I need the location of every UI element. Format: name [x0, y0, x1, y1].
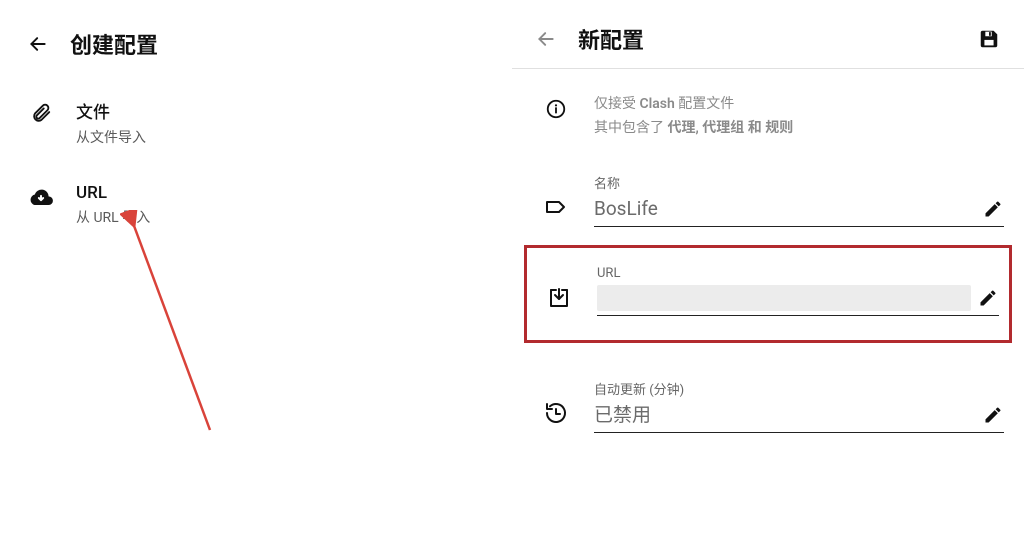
label-icon — [542, 193, 570, 221]
edit-icon[interactable] — [977, 287, 999, 309]
annotation-arrow — [120, 210, 260, 470]
right-title: 新配置 — [578, 23, 972, 55]
edit-icon[interactable] — [982, 404, 1004, 426]
info-line1: 仅接受 Clash 配置文件 — [594, 93, 793, 117]
import-file-title: 文件 — [76, 98, 146, 123]
save-icon[interactable] — [978, 28, 1000, 50]
auto-update-row[interactable]: 自动更新 (分钟) 已禁用 — [512, 367, 1024, 433]
info-block: 仅接受 Clash 配置文件 其中包含了 代理, 代理组 和 规则 — [512, 69, 1024, 151]
url-label: URL — [597, 266, 999, 281]
name-row[interactable]: 名称 BosLife — [512, 161, 1024, 227]
name-label: 名称 — [594, 173, 1004, 192]
new-config-panel: 新配置 仅接受 Clash 配置文 — [512, 0, 1024, 535]
left-header: 创建配置 — [0, 0, 512, 80]
auto-update-label: 自动更新 (分钟) — [594, 379, 1004, 398]
import-file-item[interactable]: 文件 从文件导入 — [0, 80, 512, 165]
import-url-title: URL — [76, 183, 150, 203]
import-url-item[interactable]: URL 从 URL 导入 — [0, 165, 512, 245]
url-value — [597, 285, 971, 311]
import-icon — [545, 284, 573, 312]
import-file-sub: 从文件导入 — [76, 127, 146, 147]
import-url-sub: 从 URL 导入 — [76, 207, 150, 227]
info-line2: 其中包含了 代理, 代理组 和 规则 — [594, 117, 793, 141]
name-value: BosLife — [594, 196, 976, 222]
cloud-download-icon — [28, 185, 54, 211]
attach-icon — [28, 100, 54, 126]
url-highlight-box: URL — [524, 245, 1012, 343]
back-icon[interactable] — [28, 34, 48, 54]
url-row[interactable]: URL — [545, 266, 999, 316]
create-config-panel: 创建配置 文件 从文件导入 URL 从 URL 导入 — [0, 0, 512, 535]
edit-icon[interactable] — [982, 198, 1004, 220]
back-icon[interactable] — [536, 29, 556, 49]
refresh-icon — [542, 399, 570, 427]
auto-update-value: 已禁用 — [594, 402, 976, 428]
info-icon — [542, 95, 570, 123]
right-header: 新配置 — [512, 0, 1024, 68]
left-title: 创建配置 — [70, 28, 158, 60]
